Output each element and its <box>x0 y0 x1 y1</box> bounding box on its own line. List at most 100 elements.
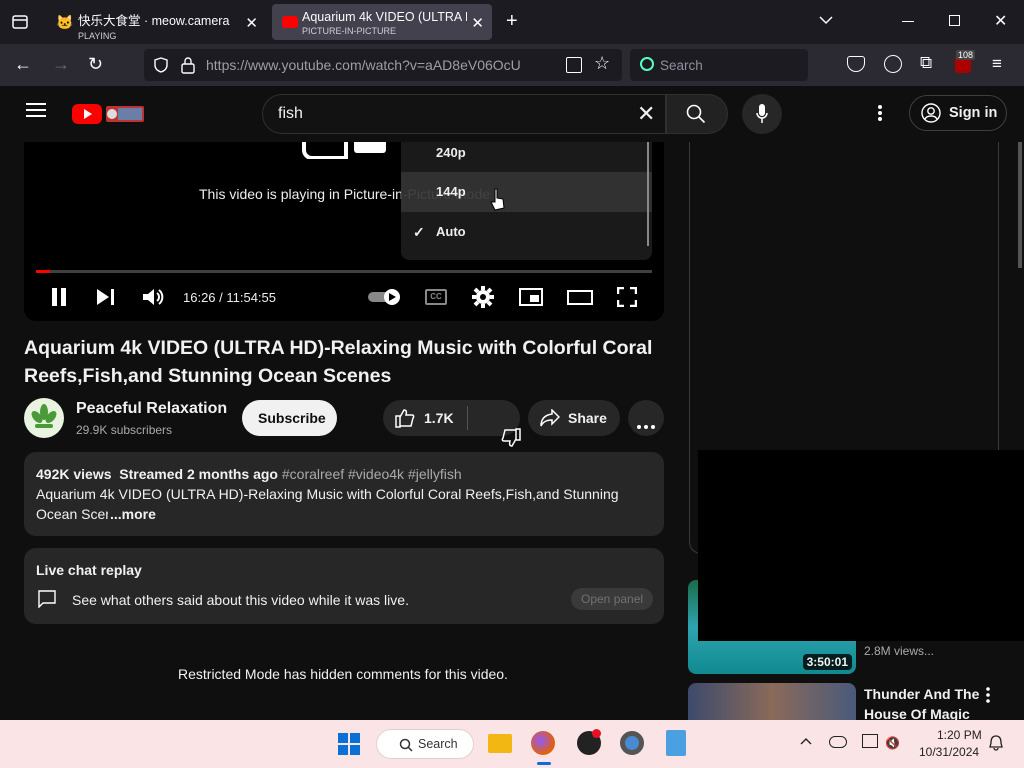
fullscreen-icon[interactable] <box>616 286 638 308</box>
quality-option-144p[interactable]: 144p <box>401 172 652 212</box>
stream-date: Streamed 2 months ago <box>119 466 278 482</box>
channel-name[interactable]: Peaceful Relaxation <box>76 400 227 418</box>
miniplayer-icon[interactable] <box>519 288 543 306</box>
picture-in-picture-window[interactable] <box>698 450 1024 641</box>
thumbs-up-icon[interactable] <box>395 408 415 428</box>
chat-description: See what others said about this video wh… <box>72 592 409 608</box>
suggested-video-title[interactable]: Thunder And The House Of Magic <box>864 684 982 720</box>
taskbar-search[interactable]: Search <box>376 729 474 759</box>
notepad-icon[interactable] <box>666 730 686 756</box>
close-window-icon[interactable]: ✕ <box>994 11 1007 31</box>
search-button[interactable] <box>666 94 728 134</box>
back-icon[interactable]: ← <box>14 54 32 74</box>
url-bar[interactable]: https://www.youtube.com/watch?v=aAD8eV06… <box>144 49 622 81</box>
windows-taskbar: Search 🔇 1:20 PM 10/31/2024 <box>0 720 1024 768</box>
live-chat-replay: Live chat replay See what others said ab… <box>24 548 664 624</box>
chat-heading: Live chat replay <box>36 562 142 578</box>
description-meta: 492K views Streamed 2 months ago #coralr… <box>36 464 652 484</box>
autoplay-toggle-icon[interactable] <box>368 288 404 306</box>
browser-tab-bar: 🐱 快乐大食堂 · meow.camera PLAYING ✕ Aquarium… <box>0 0 1024 44</box>
onedrive-offline-icon[interactable] <box>829 736 847 748</box>
tab-aquarium[interactable]: Aquarium 4k VIDEO (ULTRA HD PICTURE-IN-P… <box>272 4 492 40</box>
tab-title: 快乐大食堂 · meow.camera <box>78 14 230 28</box>
firefox-icon[interactable] <box>531 731 555 755</box>
browser-search-bar[interactable]: Search <box>630 49 808 81</box>
subscribe-button[interactable]: Subscribe <box>242 400 337 436</box>
file-explorer-icon[interactable] <box>488 734 512 753</box>
reload-icon[interactable]: ↻ <box>88 54 103 74</box>
open-panel-button[interactable]: Open panel <box>571 588 654 610</box>
menu-icon[interactable]: ≡ <box>992 54 1002 74</box>
settings-gear-icon[interactable] <box>472 286 494 308</box>
clear-search-icon[interactable]: ✕ <box>637 101 655 127</box>
pause-icon[interactable] <box>51 288 67 306</box>
share-button[interactable]: Share <box>528 400 620 436</box>
voice-search-button[interactable] <box>742 94 782 134</box>
progress-fill <box>36 270 51 273</box>
bookmark-star-icon[interactable]: ☆ <box>594 53 610 74</box>
youtube-logo[interactable] <box>72 103 146 125</box>
menu-scrollbar[interactable] <box>647 142 649 246</box>
cat-favicon-icon: 🐱 <box>56 14 74 30</box>
suggested-video-thumbnail[interactable] <box>688 683 856 720</box>
tab-list-icon[interactable] <box>10 12 30 32</box>
volume-icon[interactable] <box>143 288 165 306</box>
theater-mode-icon[interactable] <box>567 290 593 305</box>
more-horizontal-icon <box>637 416 655 429</box>
like-dislike-group: 1.7K <box>383 400 521 447</box>
account-circle-icon <box>921 103 941 123</box>
tab-title: Aquarium 4k VIDEO (ULTRA HD <box>302 10 467 24</box>
notifications-bell-icon[interactable] <box>989 735 1003 751</box>
windows-start-icon[interactable] <box>338 733 360 755</box>
close-tab-icon[interactable]: ✕ <box>245 14 258 32</box>
thumbs-down-icon[interactable] <box>481 408 521 447</box>
video-options-icon[interactable] <box>986 687 990 703</box>
reader-view-icon[interactable] <box>566 57 582 73</box>
quality-label: 144p <box>436 184 466 199</box>
captions-icon[interactable]: CC <box>425 289 447 305</box>
quality-option-auto[interactable]: ✓ Auto <box>401 212 652 252</box>
minimize-icon[interactable] <box>902 21 914 22</box>
youtube-search-input[interactable]: fish ✕ <box>262 94 666 134</box>
search-icon <box>686 104 706 124</box>
volume-muted-icon[interactable]: 🔇 <box>885 736 900 750</box>
tab-meow-camera[interactable]: 🐱 快乐大食堂 · meow.camera PLAYING ✕ <box>48 4 266 41</box>
divider <box>467 406 468 430</box>
subscribe-label: Subscribe <box>258 410 326 426</box>
more-actions-button[interactable] <box>628 400 664 436</box>
hamburger-menu-icon[interactable] <box>26 102 46 118</box>
account-icon[interactable] <box>884 55 902 73</box>
quality-option-240p[interactable]: 240p <box>401 133 652 173</box>
video-title: Aquarium 4k VIDEO (ULTRA HD)-Relaxing Mu… <box>24 337 653 387</box>
show-hidden-icons[interactable] <box>800 734 812 746</box>
settings-icon[interactable] <box>620 731 644 755</box>
more-options-icon[interactable] <box>878 104 882 122</box>
quality-label: 240p <box>436 145 466 160</box>
description-box[interactable]: 492K views Streamed 2 months ago #coralr… <box>24 452 664 536</box>
tab-status: PICTURE-IN-PICTURE <box>302 26 396 36</box>
show-more-link[interactable]: ...more <box>108 504 156 524</box>
progress-bar[interactable] <box>36 270 652 273</box>
pocket-icon[interactable] <box>847 56 865 72</box>
page-scrollbar[interactable] <box>1018 142 1022 268</box>
close-tab-icon[interactable]: ✕ <box>471 14 484 32</box>
taskbar-search-label: Search <box>418 737 458 751</box>
clock-time[interactable]: 1:20 PM <box>937 728 982 742</box>
microphone-icon <box>756 104 768 124</box>
chevron-down-icon[interactable] <box>818 12 834 28</box>
hashtags[interactable]: #coralreef #video4k #jellyfish <box>282 466 462 482</box>
extensions-icon[interactable]: ⧉ <box>920 53 932 73</box>
new-tab-icon[interactable]: + <box>506 10 518 33</box>
lock-icon[interactable] <box>180 56 196 74</box>
like-count[interactable]: 1.7K <box>424 410 454 426</box>
sign-in-button[interactable]: Sign in <box>909 95 1007 131</box>
maximize-icon[interactable] <box>949 15 960 26</box>
share-icon <box>540 408 561 427</box>
forward-icon[interactable]: → <box>52 54 70 74</box>
clock-date[interactable]: 10/31/2024 <box>919 745 979 759</box>
active-app-indicator <box>537 762 551 765</box>
shield-icon[interactable] <box>152 56 170 74</box>
network-icon[interactable] <box>862 734 878 748</box>
next-icon[interactable] <box>97 289 115 305</box>
channel-avatar[interactable] <box>24 398 64 438</box>
